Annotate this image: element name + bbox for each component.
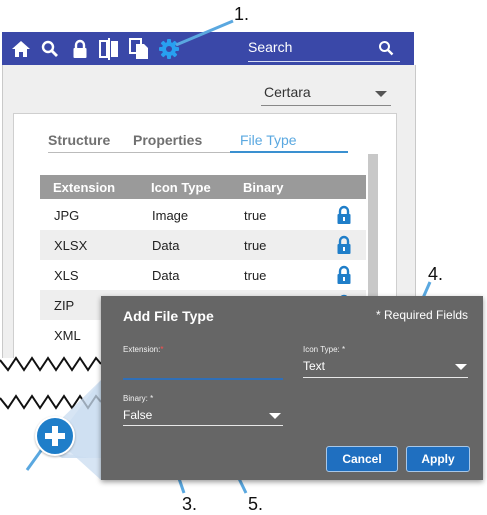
search-submit-icon[interactable] <box>378 40 394 61</box>
copy-icon[interactable] <box>128 32 150 65</box>
apply-button[interactable]: Apply <box>406 446 470 472</box>
cell-extension: XLS <box>54 268 79 283</box>
table-header: Extension Icon Type Binary <box>40 175 366 199</box>
chevron-down-icon <box>455 364 467 370</box>
lock-icon[interactable] <box>69 32 91 65</box>
lock-icon[interactable] <box>336 235 352 258</box>
icon-type-value: Text <box>303 359 326 373</box>
binary-label: Binary: * <box>123 394 154 403</box>
search-icon[interactable] <box>39 32 61 65</box>
home-icon[interactable] <box>10 32 32 65</box>
lock-icon[interactable] <box>336 205 352 228</box>
search-input[interactable] <box>248 34 368 59</box>
chevron-down-icon <box>269 413 281 419</box>
callout-1: 1. <box>234 4 250 24</box>
binary-underline <box>123 425 283 426</box>
extension-underline <box>123 378 283 380</box>
column-header-icon-type[interactable]: Icon Type <box>151 180 211 195</box>
cell-icon-type: Data <box>152 268 180 283</box>
dialog-title: Add File Type <box>123 308 214 324</box>
add-file-type-dialog: Add File Type * Required Fields Extensio… <box>101 296 483 480</box>
tab-properties[interactable]: Properties <box>133 132 202 148</box>
table-row[interactable]: XLS Data true <box>40 260 366 290</box>
gear-icon[interactable] <box>158 32 180 65</box>
source-select[interactable]: Certara <box>261 83 391 106</box>
required-fields-note: * Required Fields <box>376 308 469 322</box>
binary-value: False <box>123 408 153 422</box>
cell-extension: JPG <box>54 208 80 223</box>
tab-file-type[interactable]: File Type <box>240 132 297 148</box>
source-select-value: Certara <box>264 84 311 100</box>
lock-icon[interactable] <box>336 265 352 288</box>
callout-4: 4. <box>428 264 444 284</box>
cancel-button[interactable]: Cancel <box>326 446 398 472</box>
tab-structure[interactable]: Structure <box>48 132 110 148</box>
cell-binary: true <box>244 208 267 223</box>
top-toolbar <box>2 32 414 65</box>
table-row[interactable]: JPG Image true <box>40 200 366 230</box>
icon-type-select[interactable]: Text <box>303 356 468 376</box>
extension-input[interactable] <box>123 358 283 376</box>
table-row[interactable]: XLSX Data true <box>40 230 366 260</box>
column-header-binary[interactable]: Binary <box>243 180 283 195</box>
icon-type-label: Icon Type: * <box>303 345 346 354</box>
cell-extension: ZIP <box>54 298 75 313</box>
compare-icon[interactable] <box>98 32 120 65</box>
plus-icon <box>45 426 65 446</box>
column-header-extension[interactable]: Extension <box>53 180 115 195</box>
search-box <box>248 34 400 62</box>
cell-icon-type: Data <box>152 238 180 253</box>
binary-select[interactable]: False <box>123 405 283 425</box>
add-file-type-button[interactable] <box>35 416 75 456</box>
active-tab-underline <box>230 151 348 153</box>
cell-binary: true <box>244 238 267 253</box>
required-mark: * <box>160 345 164 354</box>
cell-icon-type: Image <box>152 208 189 223</box>
extension-label: Extension:* <box>123 345 164 354</box>
cell-binary: true <box>244 268 267 283</box>
chevron-down-icon <box>375 91 387 97</box>
icon-type-underline <box>303 377 468 378</box>
cell-extension: XLSX <box>54 238 88 253</box>
